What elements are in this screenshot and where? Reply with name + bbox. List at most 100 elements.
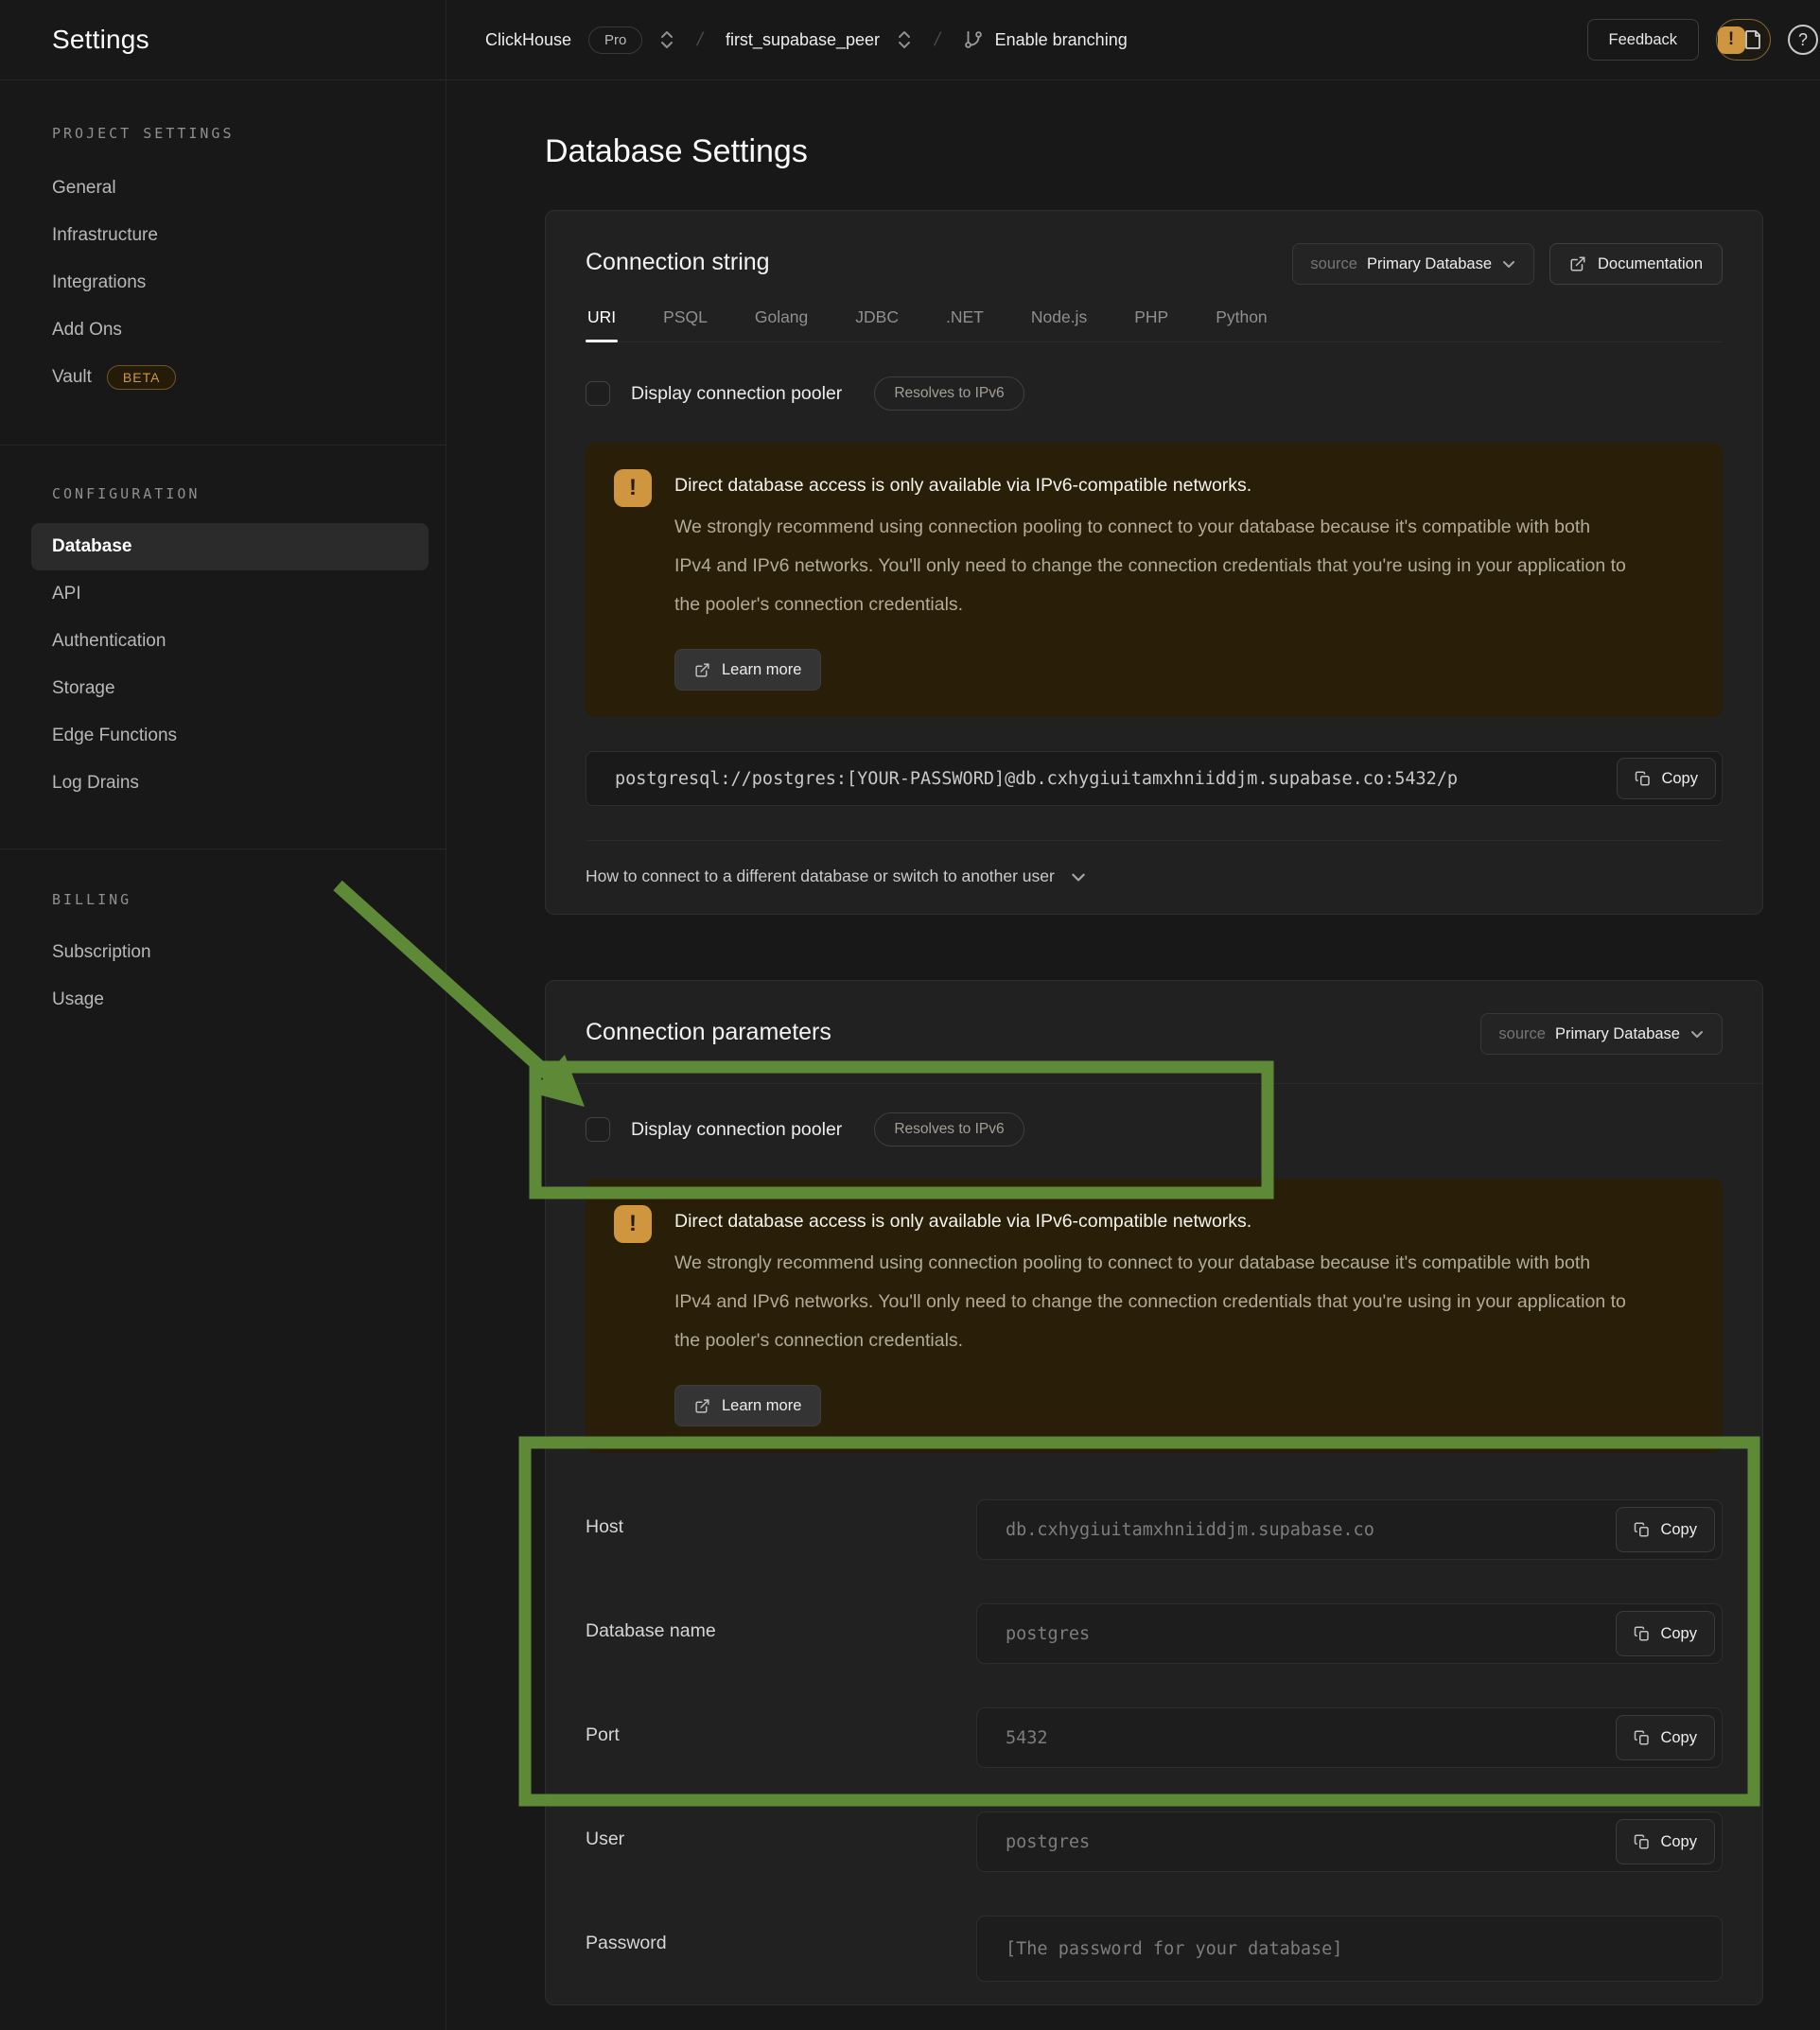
connection-string-header: Connection string source Primary Databas… [546, 211, 1762, 342]
host-label: Host [586, 1499, 976, 1560]
connection-uri-field[interactable]: postgresql://postgres:[YOUR-PASSWORD]@db… [586, 751, 1723, 806]
notifications-button[interactable]: ! [1716, 19, 1771, 61]
resolves-to-ipv6-badge: Resolves to IPv6 [874, 1112, 1024, 1146]
plan-badge: Pro [588, 26, 642, 54]
tab-uri[interactable]: URI [586, 307, 618, 341]
sidebar-item-usage[interactable]: Usage [31, 976, 429, 1024]
warning-badge-icon: ! [1718, 26, 1745, 54]
sidebar-item-integrations[interactable]: Integrations [31, 259, 429, 306]
sidebar-item-api[interactable]: API [31, 570, 429, 618]
pooler-toggle-row: Display connection pooler Resolves to IP… [586, 1112, 1723, 1146]
source-select-value: Primary Database [1555, 1025, 1680, 1043]
connect-help-expander[interactable]: How to connect to a different database o… [586, 840, 1723, 914]
user-field[interactable]: postgres Copy [976, 1811, 1723, 1872]
database-name-field-row: Database name postgres Copy [586, 1603, 1723, 1664]
breadcrumb-org[interactable]: ClickHouse [485, 30, 571, 50]
sidebar-item-subscription[interactable]: Subscription [31, 929, 429, 976]
beta-badge: BETA [107, 365, 177, 390]
copy-icon [1634, 1729, 1651, 1746]
tab-golang[interactable]: Golang [753, 307, 810, 341]
sidebar-item-add-ons[interactable]: Add Ons [31, 306, 429, 354]
sidebar-item-infrastructure[interactable]: Infrastructure [31, 212, 429, 259]
tab-php[interactable]: PHP [1132, 307, 1170, 341]
help-icon[interactable]: ? [1788, 25, 1818, 55]
user-label: User [586, 1811, 976, 1872]
sidebar-item-edge-functions[interactable]: Edge Functions [31, 712, 429, 760]
tab-psql[interactable]: PSQL [661, 307, 709, 341]
tab-jdbc[interactable]: JDBC [853, 307, 901, 341]
password-label: Password [586, 1916, 976, 1982]
connection-parameters-card: Connection parameters source Primary Dat… [545, 980, 1763, 2005]
feedback-button[interactable]: Feedback [1587, 19, 1699, 61]
warning-icon: ! [614, 1205, 652, 1243]
breadcrumb-project[interactable]: first_supabase_peer [726, 30, 880, 50]
sidebar-header: Settings [0, 0, 446, 79]
password-field[interactable]: [The password for your database] [976, 1916, 1723, 1982]
project-selector-icon[interactable] [897, 30, 912, 49]
section-heading-billing: BILLING [52, 891, 446, 908]
resolves-to-ipv6-badge: Resolves to IPv6 [874, 376, 1024, 411]
database-name-value: postgres [1006, 1624, 1090, 1644]
database-name-field[interactable]: postgres Copy [976, 1603, 1723, 1664]
sidebar-section-configuration: CONFIGURATION Database API Authenticatio… [0, 446, 446, 807]
tab-dotnet[interactable]: .NET [944, 307, 986, 341]
learn-more-button[interactable]: Learn more [674, 649, 821, 691]
learn-more-label: Learn more [722, 1397, 801, 1415]
warning-body: We strongly recommend using connection p… [674, 1244, 1630, 1360]
connection-parameters-header: Connection parameters source Primary Dat… [546, 981, 1762, 1084]
port-label: Port [586, 1707, 976, 1768]
chevron-down-icon [1501, 256, 1516, 271]
expander-label: How to connect to a different database o… [586, 866, 1055, 886]
source-select[interactable]: source Primary Database [1480, 1013, 1723, 1055]
documentation-button[interactable]: Documentation [1549, 243, 1723, 285]
user-field-row: User postgres Copy [586, 1811, 1723, 1872]
copy-icon [1634, 1625, 1651, 1642]
org-selector-icon[interactable] [659, 30, 674, 49]
sidebar-item-database[interactable]: Database [31, 523, 429, 570]
page-header-title: Settings [52, 25, 149, 55]
copy-uri-button[interactable]: Copy [1617, 758, 1716, 799]
connection-string-card: Connection string source Primary Databas… [545, 210, 1763, 915]
copy-user-button[interactable]: Copy [1616, 1819, 1715, 1864]
copy-label: Copy [1660, 1625, 1697, 1643]
copy-host-button[interactable]: Copy [1616, 1507, 1715, 1552]
documentation-label: Documentation [1598, 255, 1703, 273]
learn-more-label: Learn more [722, 661, 801, 679]
sidebar-item-authentication[interactable]: Authentication [31, 618, 429, 665]
settings-sidebar: PROJECT SETTINGS General Infrastructure … [0, 80, 446, 2030]
port-field[interactable]: 5432 Copy [976, 1707, 1723, 1768]
sidebar-item-log-drains[interactable]: Log Drains [31, 760, 429, 807]
host-field-row: Host db.cxhygiuitamxhniiddjm.supabase.co… [586, 1499, 1723, 1560]
sidebar-item-storage[interactable]: Storage [31, 665, 429, 712]
breadcrumb-separator: / [690, 29, 710, 51]
connection-string-tabs: URI PSQL Golang JDBC .NET Node.js PHP Py… [586, 307, 1723, 342]
tab-nodejs[interactable]: Node.js [1029, 307, 1089, 341]
copy-label: Copy [1660, 1521, 1697, 1539]
display-connection-pooler-checkbox[interactable] [586, 381, 610, 406]
sidebar-section-billing: BILLING Subscription Usage [0, 849, 446, 1024]
port-field-row: Port 5432 Copy [586, 1707, 1723, 1768]
password-field-row: Password [The password for your database… [586, 1916, 1723, 1982]
host-field[interactable]: db.cxhygiuitamxhniiddjm.supabase.co Copy [976, 1499, 1723, 1560]
copy-database-name-button[interactable]: Copy [1616, 1611, 1715, 1656]
copy-port-button[interactable]: Copy [1616, 1715, 1715, 1760]
copy-label: Copy [1660, 1729, 1697, 1747]
sidebar-section-project-settings: PROJECT SETTINGS General Infrastructure … [0, 80, 446, 401]
header-actions: Feedback ! ? [1587, 19, 1820, 61]
source-select[interactable]: source Primary Database [1292, 243, 1534, 285]
tab-python[interactable]: Python [1214, 307, 1269, 341]
port-value: 5432 [1006, 1728, 1048, 1748]
sidebar-item-vault[interactable]: Vault BETA [31, 354, 429, 401]
section-heading-project-settings: PROJECT SETTINGS [52, 125, 446, 142]
warning-title: Direct database access is only available… [674, 1203, 1630, 1233]
connection-string-title: Connection string [586, 243, 770, 276]
source-select-value: Primary Database [1367, 255, 1492, 273]
sidebar-item-general[interactable]: General [31, 165, 429, 212]
copy-icon [1634, 1521, 1651, 1538]
copy-label: Copy [1660, 1833, 1697, 1851]
display-connection-pooler-checkbox[interactable] [586, 1117, 610, 1142]
enable-branching-button[interactable]: Enable branching [963, 29, 1128, 50]
external-link-icon [694, 1398, 710, 1414]
external-link-icon [694, 662, 710, 678]
learn-more-button[interactable]: Learn more [674, 1385, 821, 1426]
